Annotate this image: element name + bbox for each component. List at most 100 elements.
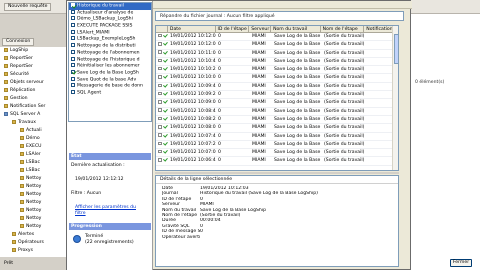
expand-icon[interactable] <box>158 66 162 71</box>
table-row[interactable]: 19/01/2012 10:11:03 0 MIAMI Save Log de la … <box>156 50 398 58</box>
row-expander[interactable] <box>156 99 168 106</box>
row-expander[interactable] <box>156 157 168 164</box>
tree-item[interactable]: Alertes <box>0 231 73 239</box>
column-header[interactable]: Serveur <box>249 26 272 32</box>
table-row[interactable]: 19/01/2012 10:10:23 0 MIAMI Save Log de la … <box>156 66 398 75</box>
log-source-item[interactable]: Save Log de la Base LogSh <box>69 69 151 77</box>
log-source-item[interactable]: Nettoyage de l'abonnemen <box>69 49 151 57</box>
checkbox[interactable] <box>71 63 75 68</box>
tree-item[interactable]: LogShip <box>0 47 73 55</box>
table-row[interactable]: 19/01/2012 10:07:02 0 MIAMI Save Log de la … <box>156 149 398 158</box>
table-row[interactable]: 19/01/2012 10:08:22 0 MIAMI Save Log de la … <box>156 116 398 125</box>
table-row[interactable]: 19/01/2012 10:12:03 0 MIAMI Save Log de la … <box>156 41 398 50</box>
tree-item[interactable]: LSBac <box>0 159 73 167</box>
row-expander[interactable] <box>156 108 168 115</box>
log-source-item[interactable]: EXECUTE PACKAGE SSIS <box>69 23 151 30</box>
log-source-item[interactable]: Historique du travail <box>69 3 151 10</box>
checkbox[interactable] <box>71 16 75 21</box>
table-row[interactable]: 19/01/2012 10:10:03 0 MIAMI Save Log de la … <box>156 74 398 83</box>
checkbox[interactable] <box>71 76 75 81</box>
row-expander[interactable] <box>156 141 168 148</box>
expand-icon[interactable] <box>158 100 162 104</box>
column-header[interactable]: Date <box>168 26 216 32</box>
table-row[interactable]: 19/01/2012 10:07:22 0 MIAMI Save Log de la … <box>156 141 398 150</box>
expand-icon[interactable] <box>158 58 162 63</box>
tree-item[interactable]: Nettoy <box>0 175 73 183</box>
row-expander[interactable] <box>156 50 168 57</box>
tree-item[interactable]: Actuali <box>0 127 73 135</box>
log-source-item[interactable]: Nettoyage de l'historique d <box>69 56 151 64</box>
table-row[interactable]: 19/01/2012 10:06:42 0 MIAMI Save Log de la … <box>156 157 398 166</box>
table-row[interactable]: 19/01/2012 10:08:03 0 MIAMI Save Log de la … <box>156 124 398 133</box>
tree-item[interactable]: Objets serveur <box>0 79 73 87</box>
table-row[interactable]: 19/01/2012 10:08:42 0 MIAMI Save Log de la … <box>156 108 398 116</box>
tree-item[interactable]: Sécurité <box>0 71 73 79</box>
log-source-item[interactable]: Démo_LSBackup_LogShi <box>69 16 151 23</box>
column-header[interactable] <box>156 26 168 32</box>
table-row[interactable]: 19/01/2012 10:12:03 0 MIAMI Save Log de la … <box>156 33 398 42</box>
expand-icon[interactable] <box>158 108 162 112</box>
pane-splitter[interactable] <box>155 172 399 174</box>
row-expander[interactable] <box>156 74 168 81</box>
log-source-item[interactable]: LSBackup_ExempleLogSh <box>69 36 151 43</box>
checkbox[interactable] <box>71 9 75 14</box>
checkbox[interactable] <box>71 89 75 94</box>
tree-item[interactable]: Nettoy <box>0 183 73 191</box>
tree-item[interactable]: ReportSer <box>0 55 73 63</box>
expand-icon[interactable] <box>158 149 162 154</box>
tree-item[interactable]: Nettoy <box>0 191 73 199</box>
table-row[interactable]: 19/01/2012 10:10:43 0 MIAMI Save Log de la … <box>156 58 398 67</box>
row-expander[interactable] <box>156 33 168 40</box>
checkbox[interactable] <box>71 83 75 88</box>
expand-icon[interactable] <box>158 133 162 137</box>
expand-icon[interactable] <box>158 125 162 129</box>
expand-icon[interactable] <box>158 75 162 79</box>
tree-item[interactable]: LSAler <box>0 151 73 159</box>
checkbox[interactable] <box>71 56 75 61</box>
log-source-item[interactable]: LSAlert_MIAMI <box>69 29 151 37</box>
tree-item[interactable]: SQL Server A <box>0 111 73 119</box>
tree-item[interactable]: Notification Ser <box>0 103 73 111</box>
grid-scrollbar[interactable] <box>392 26 398 170</box>
view-filter-link[interactable]: Afficher les paramètres du filtre <box>75 205 145 217</box>
row-expander[interactable] <box>156 133 168 140</box>
checkbox[interactable] <box>71 43 75 48</box>
new-query-button[interactable]: Nouvelle requête <box>4 3 52 11</box>
column-header[interactable]: Nom du travail <box>271 26 321 32</box>
expand-icon[interactable] <box>158 42 162 46</box>
tree-item[interactable]: Opérateurs <box>0 239 73 247</box>
tree-item[interactable]: Nettoy <box>0 207 73 215</box>
log-source-item[interactable]: Messagerie de base de donn <box>69 83 151 90</box>
expand-icon[interactable] <box>158 50 162 54</box>
row-expander[interactable] <box>156 149 168 156</box>
expand-icon[interactable] <box>158 116 162 121</box>
log-source-item[interactable]: SQL Agent <box>69 89 151 97</box>
checkbox[interactable] <box>71 69 75 74</box>
log-source-item[interactable]: Réinitialiser les abonnemer <box>69 63 151 70</box>
row-expander[interactable] <box>156 41 168 48</box>
checkbox[interactable] <box>71 23 75 28</box>
tree-item[interactable]: Nettoy <box>0 223 73 231</box>
expand-icon[interactable] <box>158 91 162 96</box>
tree-item[interactable]: EXECU <box>0 143 73 151</box>
tree-item[interactable]: Travaux <box>0 119 73 127</box>
row-expander[interactable] <box>156 58 168 65</box>
column-header[interactable]: ID de l'étape <box>216 26 250 32</box>
connect-button[interactable]: Connexion <box>2 38 35 46</box>
tree-item[interactable]: Réplication <box>0 87 73 95</box>
checkbox[interactable] <box>71 49 75 54</box>
tree-item[interactable]: LSBac <box>0 167 73 175</box>
expand-icon[interactable] <box>158 33 162 38</box>
row-expander[interactable] <box>156 83 168 90</box>
table-row[interactable]: 19/01/2012 10:09:22 0 MIAMI Save Log de la … <box>156 91 398 100</box>
expand-icon[interactable] <box>158 158 162 162</box>
close-button[interactable]: Fermer <box>450 259 472 267</box>
expand-icon[interactable] <box>158 83 162 88</box>
row-expander[interactable] <box>156 116 168 123</box>
scroll-thumb[interactable] <box>393 34 398 64</box>
tree-item[interactable]: Démo <box>0 135 73 143</box>
tree-item[interactable]: Proxys <box>0 247 73 255</box>
checkbox[interactable] <box>71 36 75 41</box>
row-expander[interactable] <box>156 124 168 131</box>
tree-item[interactable]: Nettoy <box>0 215 73 223</box>
